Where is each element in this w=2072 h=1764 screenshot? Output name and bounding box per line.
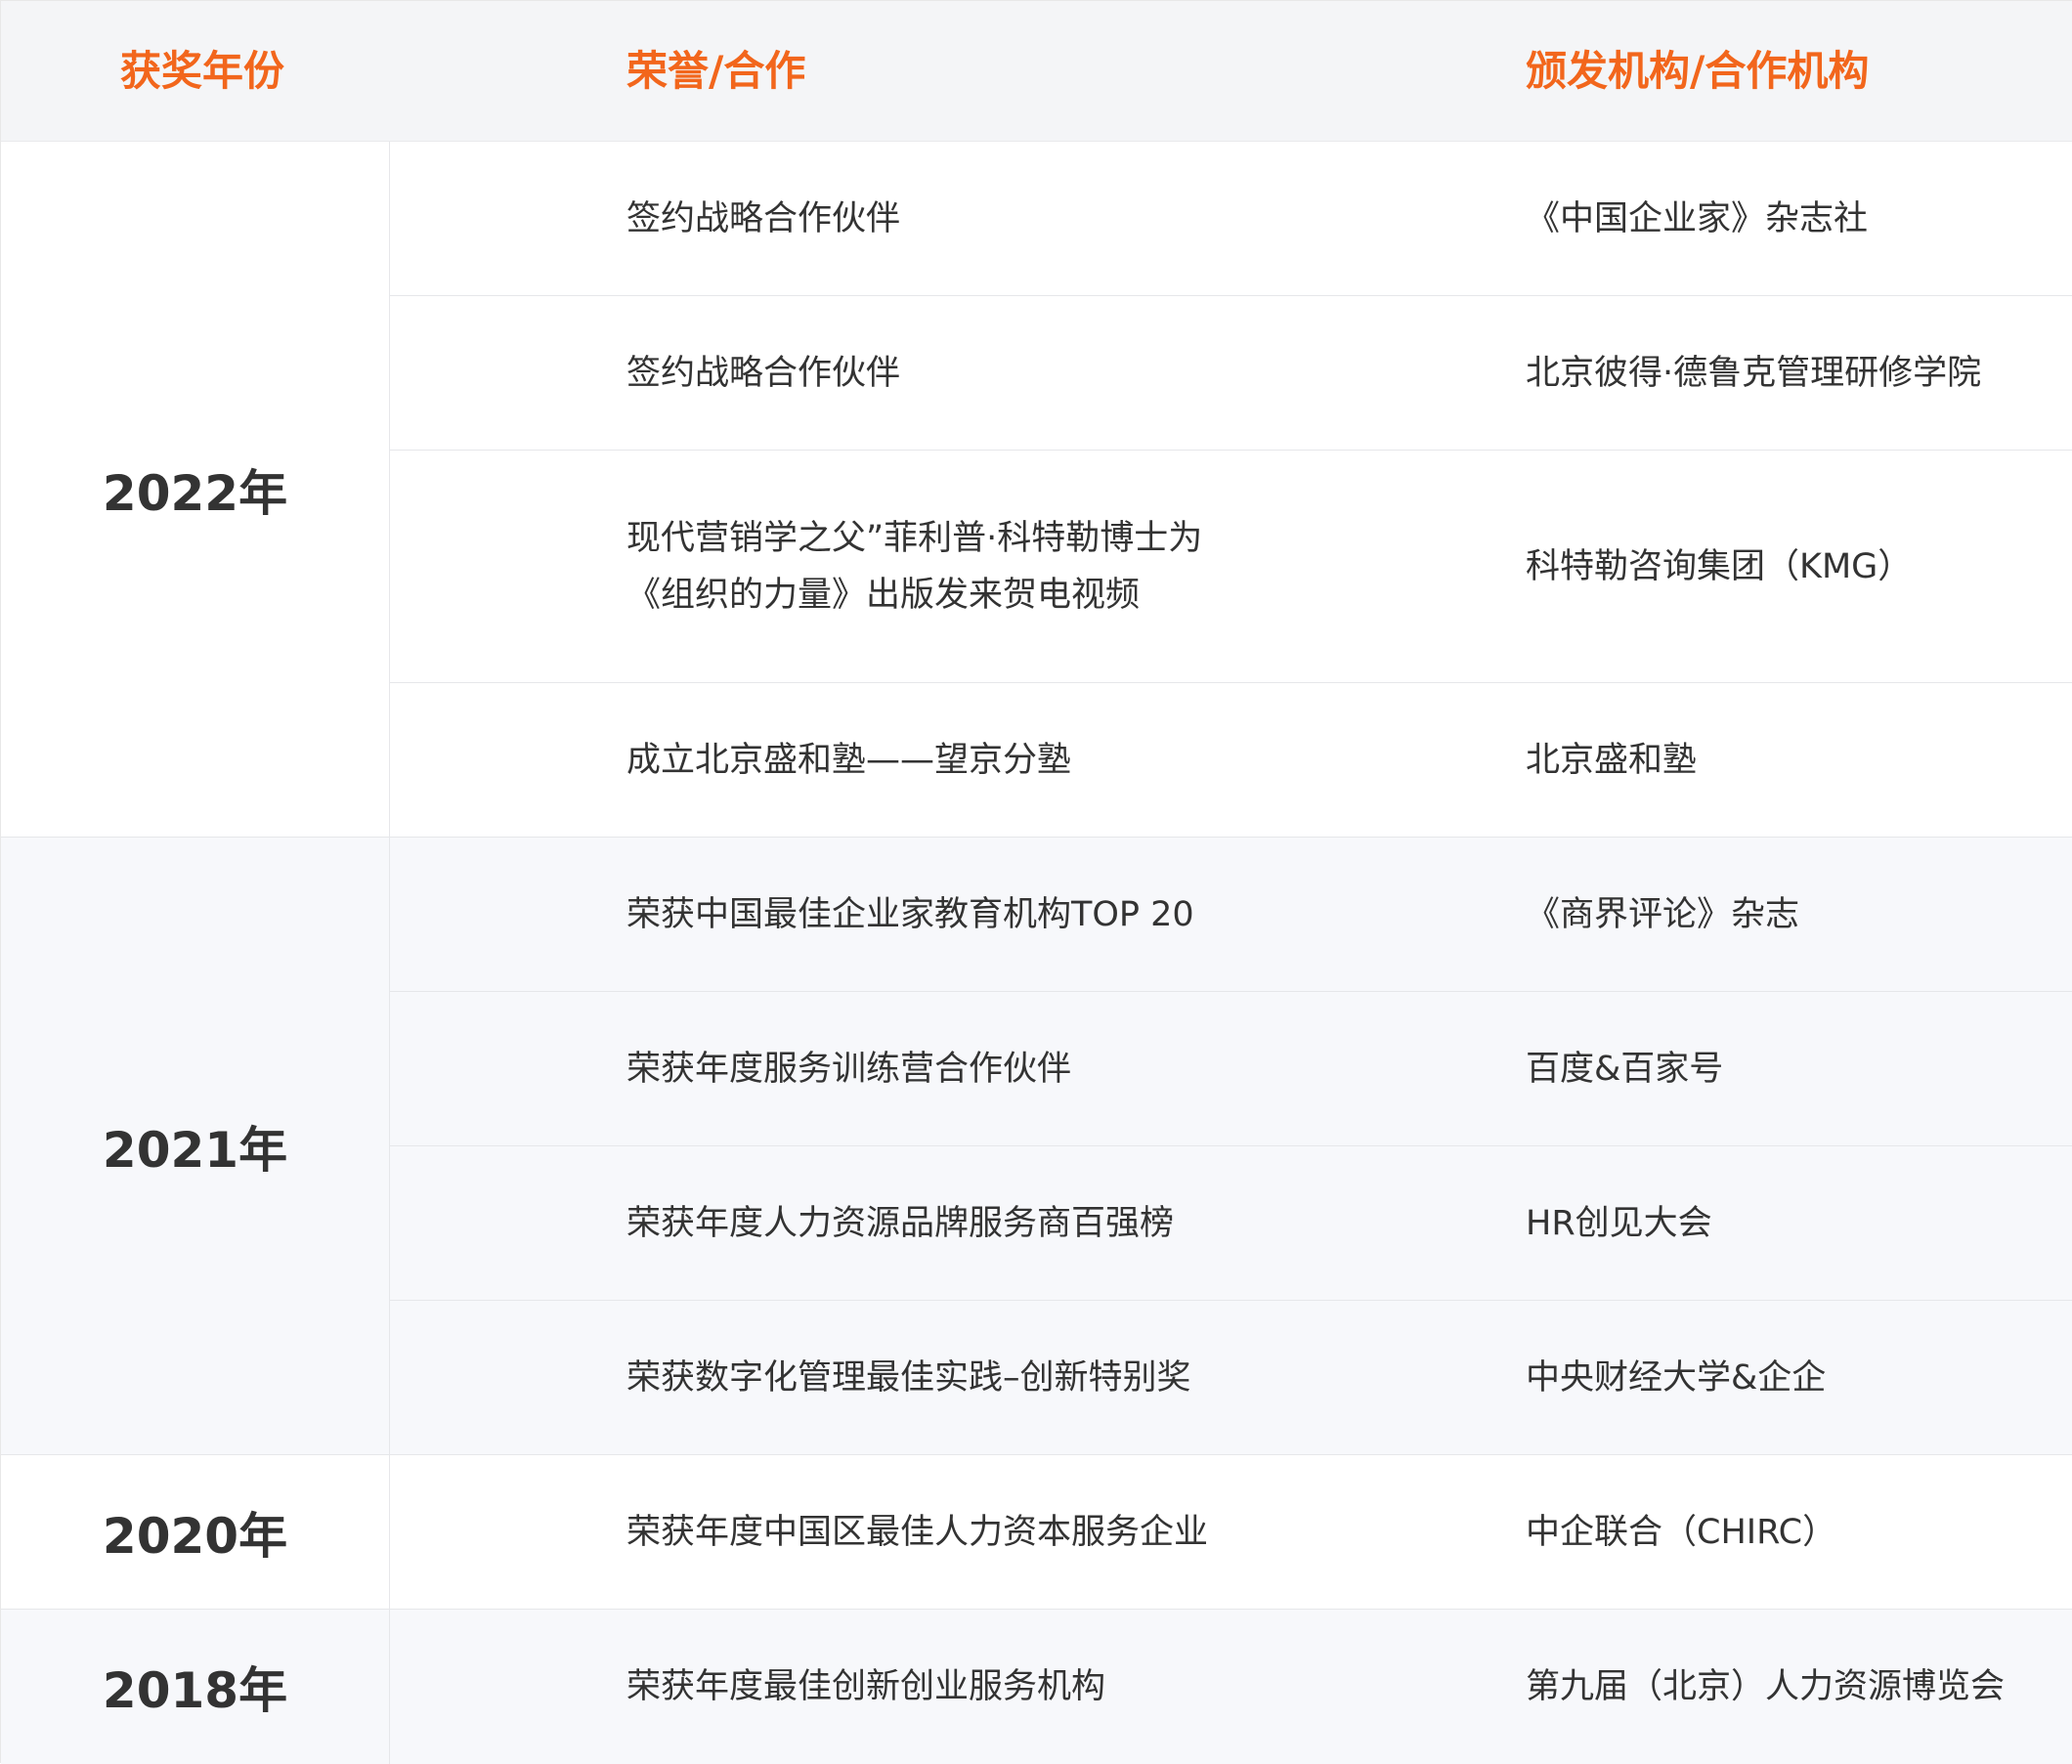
honor-cell: 荣获年度人力资源品牌服务商百强榜 xyxy=(626,1203,1175,1243)
organization-cell: 科特勒咨询集团（KMG） xyxy=(1526,546,1913,586)
year-group-2018: 2018年 荣获年度最佳创新创业服务机构 第九届（北京）人力资源博览会 xyxy=(1,1610,2072,1764)
honor-cell: 成立北京盛和塾——望京分塾 xyxy=(626,740,1072,780)
awards-table: 获奖年份 荣誉/合作 颁发机构/合作机构 2022年 签约战略合作伙伴 《中国企… xyxy=(0,0,2072,1764)
table-row: 荣获年度服务训练营合作伙伴 百度&百家号 xyxy=(390,992,2072,1146)
header-honor: 荣誉/合作 xyxy=(626,47,806,95)
organization-cell: 《中国企业家》杂志社 xyxy=(1526,198,1869,238)
table-header: 获奖年份 荣誉/合作 颁发机构/合作机构 xyxy=(1,1,2072,142)
year-group-2020: 2020年 荣获年度中国区最佳人力资本服务企业 中企联合（CHIRC） xyxy=(1,1455,2072,1610)
honor-cell: 荣获年度服务训练营合作伙伴 xyxy=(626,1049,1072,1089)
table-row: 荣获年度中国区最佳人力资本服务企业 中企联合（CHIRC） xyxy=(390,1455,2072,1609)
year-cell: 2022年 xyxy=(1,142,390,837)
organization-cell: HR创见大会 xyxy=(1526,1203,1712,1243)
organization-cell: 中央财经大学&企企 xyxy=(1526,1357,1827,1398)
honor-cell: 现代营销学之父”菲利普·科特勒博士为《组织的力量》出版发来贺电视频 xyxy=(626,518,1203,615)
honor-cell: 荣获年度中国区最佳人力资本服务企业 xyxy=(626,1512,1209,1552)
organization-cell: 中企联合（CHIRC） xyxy=(1526,1512,1837,1552)
table-row: 荣获数字化管理最佳实践–创新特别奖 中央财经大学&企企 xyxy=(390,1301,2072,1454)
table-row: 现代营销学之父”菲利普·科特勒博士为《组织的力量》出版发来贺电视频 科特勒咨询集… xyxy=(390,451,2072,683)
table-row: 签约战略合作伙伴 北京彼得·德鲁克管理研修学院 xyxy=(390,296,2072,451)
organization-cell: 《商界评论》杂志 xyxy=(1526,894,1800,934)
honor-cell: 荣获年度最佳创新创业服务机构 xyxy=(626,1667,1106,1706)
table-row: 成立北京盛和塾——望京分塾 北京盛和塾 xyxy=(390,683,2072,837)
year-group-2021: 2021年 荣获中国最佳企业家教育机构TOP 20 《商界评论》杂志 荣获年度服… xyxy=(1,838,2072,1455)
year-cell: 2021年 xyxy=(1,838,390,1454)
header-year: 获奖年份 xyxy=(120,47,285,95)
honor-cell: 荣获数字化管理最佳实践–创新特别奖 xyxy=(626,1357,1191,1398)
organization-cell: 北京盛和塾 xyxy=(1526,740,1698,780)
organization-cell: 第九届（北京）人力资源博览会 xyxy=(1526,1667,2006,1706)
table-row: 签约战略合作伙伴 《中国企业家》杂志社 xyxy=(390,142,2072,296)
honor-cell: 签约战略合作伙伴 xyxy=(626,353,901,393)
year-group-2022: 2022年 签约战略合作伙伴 《中国企业家》杂志社 签约战略合作伙伴 北京彼得·… xyxy=(1,142,2072,838)
table-row: 荣获年度最佳创新创业服务机构 第九届（北京）人力资源博览会 xyxy=(390,1610,2072,1764)
table-row: 荣获年度人力资源品牌服务商百强榜 HR创见大会 xyxy=(390,1146,2072,1301)
header-organization: 颁发机构/合作机构 xyxy=(1526,47,1870,95)
table-row: 荣获中国最佳企业家教育机构TOP 20 《商界评论》杂志 xyxy=(390,838,2072,992)
honor-cell: 荣获中国最佳企业家教育机构TOP 20 xyxy=(626,894,1194,934)
organization-cell: 百度&百家号 xyxy=(1526,1049,1724,1089)
honor-cell: 签约战略合作伙伴 xyxy=(626,198,901,238)
year-cell: 2020年 xyxy=(1,1455,390,1609)
organization-cell: 北京彼得·德鲁克管理研修学院 xyxy=(1526,353,1982,393)
year-cell: 2018年 xyxy=(1,1610,390,1764)
